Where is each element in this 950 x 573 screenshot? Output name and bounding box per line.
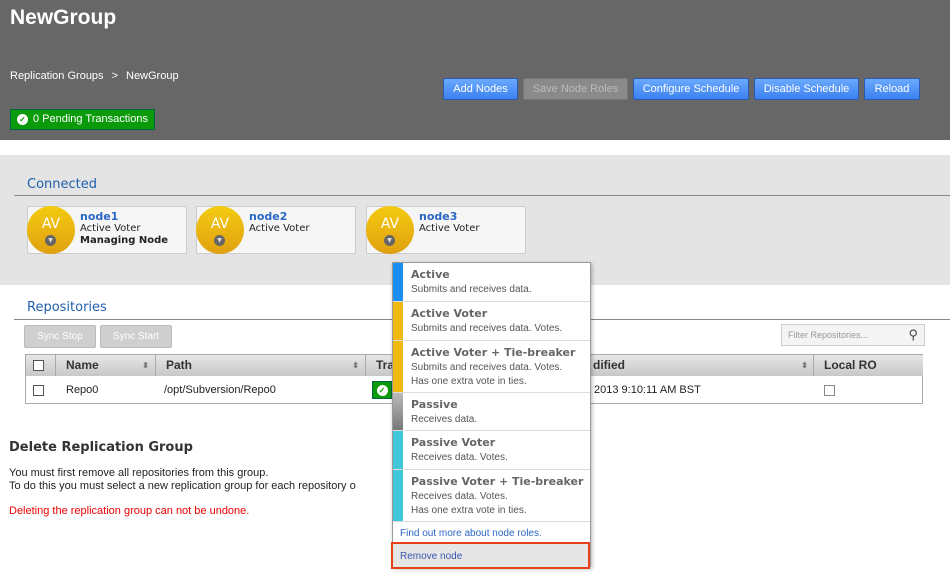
repo-modified: 2013 9:10:11 AM BST <box>594 384 701 396</box>
search-icon[interactable]: ⚲ <box>908 327 918 343</box>
sort-icon: ⬍ <box>801 361 808 370</box>
role-option-active-voter-tiebreaker[interactable]: Active Voter + Tie-breaker Submits and re… <box>393 341 590 393</box>
node-name[interactable]: node2 <box>249 210 287 223</box>
sort-icon: ⬍ <box>142 361 149 370</box>
filter-repositories-input[interactable]: Filter Repositories... ⚲ <box>781 324 925 346</box>
delete-info-1: You must first remove all repositories f… <box>9 467 269 479</box>
node-card-node2[interactable]: AV ▼ node2 Active Voter <box>196 206 356 254</box>
learn-more-link[interactable]: Find out more about node roles. <box>400 528 542 539</box>
node-card-node1[interactable]: AV ▼ node1 Active Voter Managing Node <box>27 206 187 254</box>
node-role: Active Voter <box>80 223 141 234</box>
repo-name[interactable]: Repo0 <box>56 376 98 404</box>
column-modified[interactable]: dified ⬍ <box>581 355 814 376</box>
sync-stop-button[interactable]: Sync Stop <box>24 325 96 348</box>
role-option-active[interactable]: Active Submits and receives data. <box>393 263 590 302</box>
divider <box>14 195 950 196</box>
chevron-down-icon[interactable]: ▼ <box>384 235 395 246</box>
column-path[interactable]: Path ⬍ <box>156 355 366 376</box>
row-checkbox[interactable] <box>26 376 44 404</box>
role-option-passive-voter-tiebreaker[interactable]: Passive Voter + Tie-breaker Receives data… <box>393 470 590 522</box>
check-icon: ✓ <box>17 113 28 125</box>
disable-schedule-button[interactable]: Disable Schedule <box>754 78 859 100</box>
pending-transactions-badge[interactable]: ✓ 0 Pending Transactions <box>10 109 155 130</box>
role-option-passive-voter[interactable]: Passive Voter Receives data. Votes. <box>393 431 590 470</box>
node-name[interactable]: node1 <box>80 210 118 223</box>
breadcrumb-separator: > <box>111 70 118 82</box>
repositories-heading: Repositories <box>27 300 107 315</box>
remove-node-button[interactable]: Remove node <box>391 542 590 569</box>
reload-button[interactable]: Reload <box>864 78 920 100</box>
breadcrumb: Replication Groups > NewGroup <box>10 70 187 82</box>
node-role-menu: Active Submits and receives data. Active … <box>391 262 591 569</box>
column-name[interactable]: Name ⬍ <box>56 355 156 376</box>
chevron-down-icon[interactable]: ▼ <box>214 235 225 246</box>
role-option-passive[interactable]: Passive Receives data. <box>393 393 590 431</box>
node-role: Active Voter <box>249 223 310 234</box>
node-card-node3[interactable]: AV ▼ node3 Active Voter <box>366 206 526 254</box>
add-nodes-button[interactable]: Add Nodes <box>443 78 518 100</box>
node-role: Active Voter <box>419 223 480 234</box>
save-node-roles-button[interactable]: Save Node Roles <box>523 78 628 100</box>
breadcrumb-replication-groups[interactable]: Replication Groups <box>10 70 104 82</box>
role-option-active-voter[interactable]: Active Voter Submits and receives data. V… <box>393 302 590 341</box>
role-badge[interactable]: AV ▼ <box>27 206 75 254</box>
managing-node-label: Managing Node <box>80 235 169 246</box>
role-badge[interactable]: AV ▼ <box>196 206 244 254</box>
configure-schedule-button[interactable]: Configure Schedule <box>633 78 749 100</box>
node-name[interactable]: node3 <box>419 210 457 223</box>
connected-heading: Connected <box>27 177 98 192</box>
breadcrumb-current: NewGroup <box>126 70 179 82</box>
delete-warning: Deleting the replication group can not b… <box>9 505 250 517</box>
repo-path: /opt/Subversion/Repo0 <box>164 384 276 396</box>
column-local-ro[interactable]: Local RO <box>814 355 923 376</box>
chevron-down-icon[interactable]: ▼ <box>45 235 56 246</box>
delete-info-2: To do this you must select a new replica… <box>9 480 356 492</box>
pending-label: 0 Pending Transactions <box>33 113 148 125</box>
sync-start-button[interactable]: Sync Start <box>100 325 172 348</box>
role-badge[interactable]: AV ▼ <box>366 206 414 254</box>
transactions-status-icon[interactable]: ✓ <box>362 376 392 404</box>
local-ro-checkbox[interactable] <box>814 376 835 404</box>
delete-group-heading: Delete Replication Group <box>9 440 193 455</box>
select-all-checkbox[interactable] <box>26 355 56 376</box>
sort-icon: ⬍ <box>352 361 359 370</box>
page-title: NewGroup <box>10 6 117 29</box>
